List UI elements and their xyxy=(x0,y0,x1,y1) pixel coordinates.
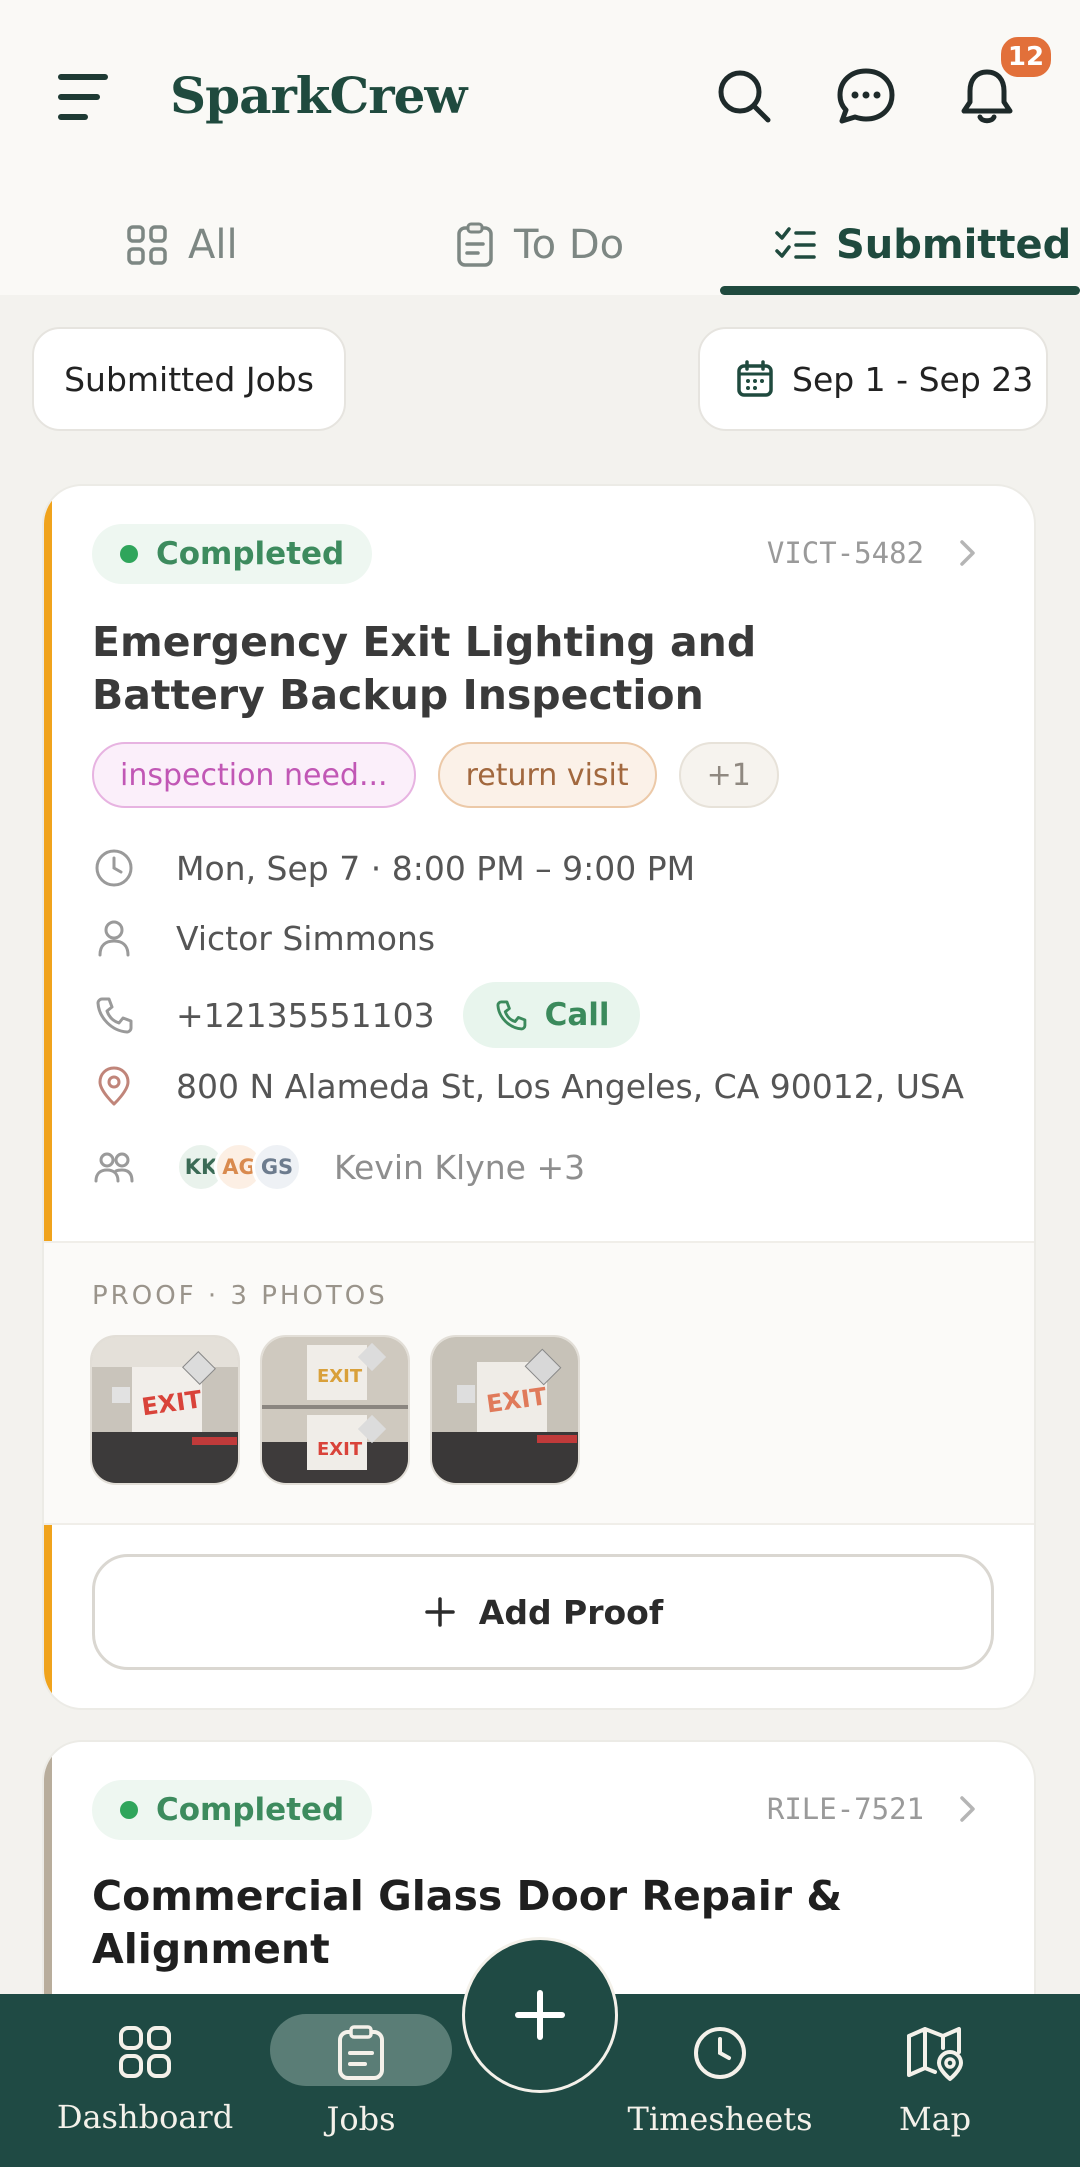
status-badge: Completed xyxy=(92,524,373,584)
address-text[interactable]: 800 N Alameda St, Los Angeles, CA 90012,… xyxy=(176,1067,964,1106)
status-filter-label: Submitted Jobs xyxy=(64,359,314,399)
phone-icon xyxy=(496,1000,526,1031)
svg-text:EXIT: EXIT xyxy=(317,1439,363,1460)
date-range-button[interactable]: Sep 1 - Sep 23 xyxy=(698,327,1048,431)
location-pin-icon xyxy=(98,1066,130,1106)
nav-dashboard-label: Dashboard xyxy=(56,2098,234,2136)
customer-row: Victor Simmons xyxy=(92,916,435,960)
phone-icon xyxy=(96,997,133,1034)
chat-icon[interactable] xyxy=(834,64,898,128)
status-dot xyxy=(120,545,138,563)
job-title: Emergency Exit Lighting and Battery Back… xyxy=(92,618,757,719)
dashboard-icon xyxy=(119,2026,171,2078)
more-tags-chip[interactable]: +1 xyxy=(678,742,779,808)
crew-summary: Kevin Klyne +3 xyxy=(334,1147,586,1187)
schedule-text: Mon, Sep 7 · 8:00 PM – 9:00 PM xyxy=(176,848,696,888)
status-badge: Completed xyxy=(92,1780,373,1840)
active-tab-indicator xyxy=(720,286,1080,295)
customer-name: Victor Simmons xyxy=(176,918,436,958)
calendar-icon xyxy=(737,360,773,397)
status-dot xyxy=(120,1801,138,1819)
job-id: RILE-7521 xyxy=(766,1792,924,1826)
team-icon xyxy=(94,1152,134,1183)
crew-avatars: KK AG GS xyxy=(176,1142,302,1192)
nav-map-label: Map xyxy=(898,2100,972,2138)
status-label: Completed xyxy=(156,536,345,572)
notification-badge: 12 xyxy=(998,34,1054,80)
chevron-right-icon[interactable] xyxy=(952,538,982,568)
tab-submitted-label: Submitted xyxy=(836,222,1072,268)
call-button[interactable]: Call xyxy=(462,982,640,1048)
status-label: Completed xyxy=(156,1792,345,1828)
job-id: VICT-5482 xyxy=(766,536,924,570)
date-range-label: Sep 1 - Sep 23 xyxy=(792,359,1034,399)
crew-row[interactable]: KK AG GS Kevin Klyne +3 xyxy=(92,1142,585,1192)
add-job-fab[interactable] xyxy=(462,1937,618,2093)
clock-icon xyxy=(694,2027,746,2079)
schedule-row: Mon, Sep 7 · 8:00 PM – 9:00 PM xyxy=(92,846,695,890)
add-proof-label: Add Proof xyxy=(478,1592,664,1632)
jobs-icon xyxy=(338,2025,384,2080)
tag-chip[interactable]: inspection need... xyxy=(92,742,416,808)
chevron-right-icon[interactable] xyxy=(952,1794,982,1824)
user-icon xyxy=(98,920,130,957)
proof-photo[interactable]: EXIT xyxy=(90,1335,240,1485)
tab-to-do[interactable]: To Do xyxy=(456,210,624,280)
proof-section: PROOF · 3 PHOTOS EXIT EXIT EXIT EXIT xyxy=(44,1241,1034,1525)
search-icon[interactable] xyxy=(712,64,776,128)
phone-row: +12135551103 Call xyxy=(92,982,640,1048)
plus-icon xyxy=(515,1990,565,2040)
job-card[interactable]: Completed VICT-5482 Emergency Exit Light… xyxy=(42,484,1036,1710)
tag-list: inspection need... return visit +1 xyxy=(92,742,779,808)
call-label: Call xyxy=(544,997,610,1033)
menu-icon[interactable] xyxy=(58,72,114,122)
svg-text:EXIT: EXIT xyxy=(317,1366,363,1387)
clipboard-icon xyxy=(457,222,493,267)
address-row: 800 N Alameda St, Los Angeles, CA 90012,… xyxy=(92,1064,964,1108)
tag-chip[interactable]: return visit xyxy=(437,742,657,808)
clock-icon xyxy=(95,849,133,887)
proof-label: PROOF · 3 PHOTOS xyxy=(92,1281,388,1311)
nav-dashboard[interactable]: Dashboard xyxy=(56,1994,234,2167)
plus-icon xyxy=(425,1597,455,1627)
map-icon xyxy=(907,2027,963,2081)
add-proof-button[interactable]: Add Proof xyxy=(92,1554,994,1670)
tab-all-label: All xyxy=(188,222,238,268)
tab-submitted[interactable]: Submitted xyxy=(774,210,1071,280)
nav-map[interactable]: Map xyxy=(880,1994,990,2167)
avatar: GS xyxy=(252,1142,302,1192)
app-header: SparkCrew 12 All To Do Submitted xyxy=(0,0,1080,295)
grid-icon xyxy=(127,225,167,265)
nav-timesheets-label: Timesheets xyxy=(627,2100,813,2138)
proof-photo[interactable]: EXIT EXIT xyxy=(260,1335,410,1485)
status-filter-button[interactable]: Submitted Jobs xyxy=(32,327,346,431)
tab-all[interactable]: All xyxy=(126,210,238,280)
nav-jobs-label: Jobs xyxy=(326,2100,396,2138)
checklist-icon xyxy=(775,227,816,259)
nav-timesheets[interactable]: Timesheets xyxy=(627,1994,813,2167)
proof-photo[interactable]: EXIT xyxy=(430,1335,580,1485)
nav-jobs[interactable]: Jobs xyxy=(270,1994,452,2167)
tab-to-do-label: To Do xyxy=(514,222,625,268)
app-title: SparkCrew xyxy=(170,66,467,125)
phone-number[interactable]: +12135551103 xyxy=(176,996,435,1035)
